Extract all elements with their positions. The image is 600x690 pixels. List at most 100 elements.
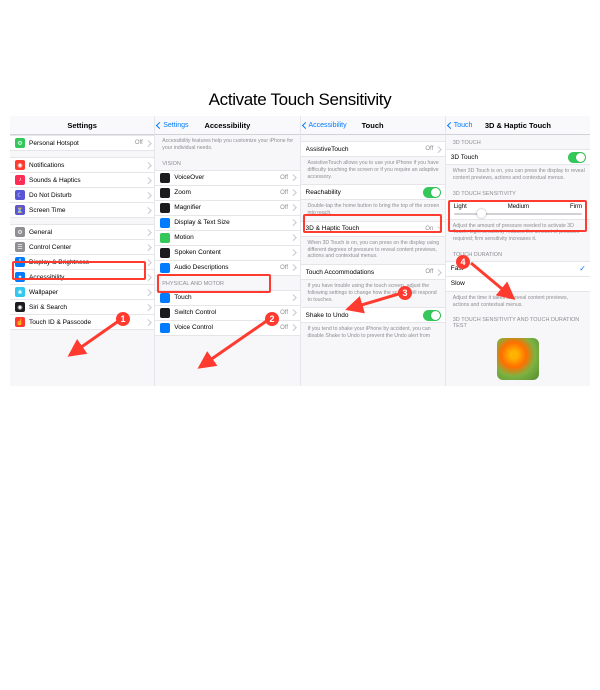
foot: Double-tap the home button to bring the … [301, 200, 445, 221]
foot: When 3D Touch is on, you can press the d… [446, 165, 590, 186]
sensitivity-slider[interactable]: LightMediumFirm [446, 200, 590, 220]
test-image[interactable] [497, 338, 539, 380]
chevron-left-icon [301, 121, 308, 128]
row-slow[interactable]: Slow [446, 277, 590, 292]
list-item[interactable]: ☰ Control Center [10, 240, 154, 255]
chevron-right-icon [145, 192, 151, 198]
list-item[interactable]: MagnifierOff [155, 201, 299, 216]
list-item[interactable]: Touch [155, 290, 299, 306]
list-item[interactable]: Audio DescriptionsOff [155, 261, 299, 276]
pane-touch: Accessibility Touch AssistiveTouchOff As… [301, 116, 446, 386]
intro-text: Accessibility features help you customiz… [155, 135, 299, 156]
row-3d-haptic[interactable]: 3D & Haptic TouchOn [301, 221, 445, 237]
app-icon [160, 203, 170, 213]
nav-bar: Settings [10, 116, 154, 135]
chevron-left-icon [156, 121, 163, 128]
chevron-right-icon [290, 174, 296, 180]
chevron-right-icon [290, 204, 296, 210]
app-icon: ☰ [15, 242, 25, 252]
cell-value: Off [135, 140, 143, 146]
toggle-switch[interactable] [423, 187, 441, 198]
app-icon: ♪ [15, 175, 25, 185]
list-item[interactable]: VoiceOverOff [155, 170, 299, 186]
list-item[interactable]: ♪Sounds & Haptics [10, 173, 154, 188]
list-item[interactable]: ZoomOff [155, 186, 299, 201]
chevron-right-icon [145, 162, 151, 168]
nav-title: 3D & Haptic Touch [485, 121, 551, 130]
chevron-left-icon [447, 121, 454, 128]
app-icon [160, 308, 170, 318]
chevron-right-icon [290, 309, 296, 315]
app-icon: A [15, 257, 25, 267]
list-item[interactable]: ADisplay & Brightness [10, 255, 154, 270]
cell-label: Switch Control [174, 309, 278, 316]
list-item[interactable]: ☾ Do Not Disturb [10, 188, 154, 203]
list-item[interactable]: Spoken Content [155, 246, 299, 261]
chevron-right-icon [145, 207, 151, 213]
list-item[interactable]: Display & Text Size [155, 216, 299, 231]
row-touch-accommodations[interactable]: Touch AccommodationsOff [301, 264, 445, 280]
pane-accessibility: Settings Accessibility Accessibility fea… [155, 116, 300, 386]
cell-value: Off [280, 205, 288, 211]
nav-back[interactable]: Touch [448, 122, 473, 129]
cell-label: Control Center [29, 244, 143, 251]
step-badge-1: 1 [116, 312, 130, 326]
cell-value: Off [280, 265, 288, 271]
list-item[interactable]: ⚙General [10, 224, 154, 240]
toggle-switch[interactable] [568, 152, 586, 163]
cell-label: Do Not Disturb [29, 192, 143, 199]
chevron-right-icon [145, 177, 151, 183]
nav-back[interactable]: Accessibility [303, 122, 347, 129]
chevron-right-icon [145, 244, 151, 250]
chevron-right-icon [145, 229, 151, 235]
app-icon [160, 218, 170, 228]
cell-label: VoiceOver [174, 174, 278, 181]
step-badge-2: 2 [265, 312, 279, 326]
chevron-right-icon [145, 274, 151, 280]
chevron-right-icon [435, 269, 441, 275]
nav-title: Touch [362, 121, 384, 130]
row-assistivetouch[interactable]: AssistiveTouchOff [301, 141, 445, 157]
slider-thumb[interactable] [477, 209, 486, 218]
row-shake-undo[interactable]: Shake to Undo [301, 307, 445, 323]
cell-label: Accessibility [29, 274, 143, 281]
chevron-right-icon [145, 259, 151, 265]
step-badge-3: 3 [398, 286, 412, 300]
foot: AssistiveTouch allows you to use your iP… [301, 157, 445, 184]
row-reachability[interactable]: Reachability [301, 184, 445, 200]
app-icon [160, 188, 170, 198]
chevron-right-icon [290, 219, 296, 225]
cell-label: General [29, 229, 143, 236]
chevron-right-icon [290, 249, 296, 255]
nav-bar: Accessibility Touch [301, 116, 445, 135]
foot: If you tend to shake your iPhone by acci… [301, 323, 445, 344]
app-icon [160, 233, 170, 243]
app-icon: ✦ [15, 272, 25, 282]
cell-label: Zoom [174, 189, 278, 196]
nav-title: Accessibility [204, 121, 250, 130]
toggle-switch[interactable] [423, 310, 441, 321]
app-icon: ◉ [15, 160, 25, 170]
app-icon: ☾ [15, 190, 25, 200]
list-item[interactable]: ☝Touch ID & Passcode [10, 315, 154, 330]
list-item[interactable]: ❀Wallpaper [10, 285, 154, 300]
list-item[interactable]: ◉Notifications [10, 157, 154, 173]
pane-3d-haptic: Touch 3D & Haptic Touch 3D TOUCH 3D Touc… [446, 116, 590, 386]
cell-label: Display & Text Size [174, 219, 288, 226]
cell-label: Siri & Search [29, 304, 143, 311]
app-icon: ⏳ [15, 205, 25, 215]
cell-label: Audio Descriptions [174, 264, 278, 271]
list-item[interactable]: ◉Siri & Search [10, 300, 154, 315]
list-item[interactable]: Motion [155, 231, 299, 246]
cell-label: Touch [174, 294, 288, 301]
nav-title: Settings [67, 121, 97, 130]
nav-back[interactable]: Settings [157, 122, 188, 129]
row-3dtouch[interactable]: 3D Touch [446, 149, 590, 165]
chevron-right-icon [145, 140, 151, 146]
cell-value: Off [280, 175, 288, 181]
list-item[interactable]: ✦ Accessibility [10, 270, 154, 285]
foot: Adjust the time it takes to reveal conte… [446, 292, 590, 313]
cell-value: Off [280, 310, 288, 316]
list-item[interactable]: ⏳Screen Time [10, 203, 154, 218]
list-item[interactable]: ⚙Personal HotspotOff [10, 135, 154, 151]
